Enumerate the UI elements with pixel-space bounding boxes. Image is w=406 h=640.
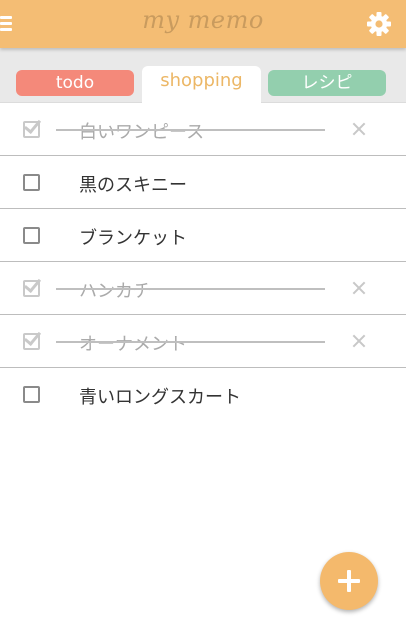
list-item: 青いロングスカート [0, 368, 406, 420]
strikethrough-line [56, 129, 325, 131]
item-label: ブランケット [79, 228, 187, 249]
item-label: 黒のスキニー [79, 175, 187, 196]
app-title: my memo [142, 6, 264, 34]
check-icon [23, 115, 42, 135]
checkbox-checked[interactable] [23, 274, 42, 297]
plus-icon [320, 552, 378, 610]
item-label: ハンカチ [79, 281, 151, 302]
strikethrough-line [56, 341, 325, 343]
close-icon[interactable] [350, 332, 368, 350]
tab-todo[interactable]: todo [16, 70, 134, 96]
checkbox[interactable] [23, 386, 40, 403]
close-icon[interactable] [350, 120, 368, 138]
item-label: 青いロングスカート [79, 387, 241, 408]
check-icon [23, 327, 42, 347]
item-label: オーナメント [79, 334, 187, 355]
checkbox-checked[interactable] [23, 327, 42, 350]
checkbox[interactable] [23, 174, 40, 191]
gear-icon[interactable] [366, 11, 392, 37]
shopping-list: 白いワンピース 黒のスキニー ブランケット ハンカチ オーナメント 青いロングス… [0, 103, 406, 420]
app-header: my memo [0, 0, 406, 48]
checkbox-checked[interactable] [23, 115, 42, 138]
checkbox[interactable] [23, 227, 40, 244]
list-item: ハンカチ [0, 262, 406, 315]
tab-bar: todo shopping レシピ [0, 48, 406, 103]
strikethrough-line [56, 288, 325, 290]
list-item: 白いワンピース [0, 103, 406, 156]
list-item: 黒のスキニー [0, 156, 406, 209]
list-item: オーナメント [0, 315, 406, 368]
list-item: ブランケット [0, 209, 406, 262]
check-icon [23, 274, 42, 294]
add-item-button[interactable] [320, 552, 378, 610]
item-label: 白いワンピース [79, 122, 205, 143]
close-icon[interactable] [350, 279, 368, 297]
tab-shopping[interactable]: shopping [142, 66, 261, 103]
tab-recipe[interactable]: レシピ [268, 70, 386, 96]
